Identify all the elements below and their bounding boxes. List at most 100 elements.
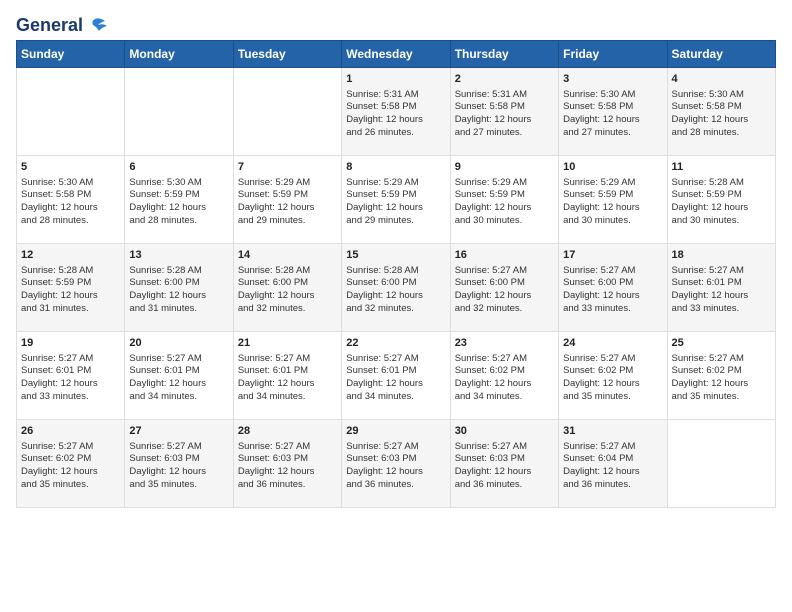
day-content: Sunrise: 5:27 AM Sunset: 6:01 PM Dayligh…: [129, 353, 228, 404]
calendar-cell: 15 Sunrise: 5:28 AM Sunset: 6:00 PM Dayli…: [342, 243, 450, 331]
calendar-cell: 21 Sunrise: 5:27 AM Sunset: 6:01 PM Dayli…: [233, 331, 341, 419]
calendar-cell: 30 Sunrise: 5:27 AM Sunset: 6:03 PM Dayli…: [450, 419, 558, 507]
day-content: Sunrise: 5:27 AM Sunset: 6:03 PM Dayligh…: [346, 441, 445, 492]
calendar-cell: 24 Sunrise: 5:27 AM Sunset: 6:02 PM Dayli…: [559, 331, 667, 419]
calendar-header-row: SundayMondayTuesdayWednesdayThursdayFrid…: [17, 40, 776, 67]
day-content: Sunrise: 5:27 AM Sunset: 6:02 PM Dayligh…: [672, 353, 771, 404]
calendar-cell: 25 Sunrise: 5:27 AM Sunset: 6:02 PM Dayli…: [667, 331, 775, 419]
day-content: Sunrise: 5:31 AM Sunset: 5:58 PM Dayligh…: [346, 89, 445, 140]
day-number: 21: [238, 336, 337, 351]
column-header-thursday: Thursday: [450, 40, 558, 67]
calendar-cell: 23 Sunrise: 5:27 AM Sunset: 6:02 PM Dayli…: [450, 331, 558, 419]
calendar-cell: 12Sunrise: 5:28 AM Sunset: 5:59 PM Dayli…: [17, 243, 125, 331]
day-number: 18: [672, 248, 771, 263]
day-content: Sunrise: 5:29 AM Sunset: 5:59 PM Dayligh…: [238, 177, 337, 228]
day-content: Sunrise: 5:27 AM Sunset: 6:02 PM Dayligh…: [455, 353, 554, 404]
day-content: Sunrise: 5:27 AM Sunset: 6:00 PM Dayligh…: [455, 265, 554, 316]
day-content: Sunrise: 5:28 AM Sunset: 6:00 PM Dayligh…: [129, 265, 228, 316]
day-number: 19: [21, 336, 120, 351]
calendar-cell: 26 Sunrise: 5:27 AM Sunset: 6:02 PM Dayli…: [17, 419, 125, 507]
day-number: 1: [346, 72, 445, 87]
calendar-cell: 1 Sunrise: 5:31 AM Sunset: 5:58 PM Daylig…: [342, 67, 450, 155]
calendar-cell: 4 Sunrise: 5:30 AM Sunset: 5:58 PM Daylig…: [667, 67, 775, 155]
calendar-cell: [17, 67, 125, 155]
calendar-cell: 27 Sunrise: 5:27 AM Sunset: 6:03 PM Dayli…: [125, 419, 233, 507]
calendar-table: SundayMondayTuesdayWednesdayThursdayFrid…: [16, 40, 776, 508]
day-number: 13: [129, 248, 228, 263]
calendar-cell: 29Sunrise: 5:27 AM Sunset: 6:03 PM Dayli…: [342, 419, 450, 507]
calendar-cell: 7 Sunrise: 5:29 AM Sunset: 5:59 PM Daylig…: [233, 155, 341, 243]
calendar-cell: 20 Sunrise: 5:27 AM Sunset: 6:01 PM Dayli…: [125, 331, 233, 419]
day-number: 9: [455, 160, 554, 175]
calendar-cell: 14Sunrise: 5:28 AM Sunset: 6:00 PM Dayli…: [233, 243, 341, 331]
calendar-cell: 31 Sunrise: 5:27 AM Sunset: 6:04 PM Dayli…: [559, 419, 667, 507]
day-number: 12: [21, 248, 120, 263]
day-content: Sunrise: 5:27 AM Sunset: 6:03 PM Dayligh…: [238, 441, 337, 492]
day-content: Sunrise: 5:29 AM Sunset: 5:59 PM Dayligh…: [455, 177, 554, 228]
day-content: Sunrise: 5:30 AM Sunset: 5:58 PM Dayligh…: [21, 177, 120, 228]
calendar-cell: 9 Sunrise: 5:29 AM Sunset: 5:59 PM Daylig…: [450, 155, 558, 243]
day-number: 3: [563, 72, 662, 87]
column-header-sunday: Sunday: [17, 40, 125, 67]
day-content: Sunrise: 5:27 AM Sunset: 6:02 PM Dayligh…: [21, 441, 120, 492]
logo-text: General: [16, 16, 107, 36]
calendar-cell: 28 Sunrise: 5:27 AM Sunset: 6:03 PM Dayli…: [233, 419, 341, 507]
calendar-week-row: 12Sunrise: 5:28 AM Sunset: 5:59 PM Dayli…: [17, 243, 776, 331]
day-number: 15: [346, 248, 445, 263]
day-content: Sunrise: 5:27 AM Sunset: 6:01 PM Dayligh…: [238, 353, 337, 404]
day-number: 4: [672, 72, 771, 87]
column-header-monday: Monday: [125, 40, 233, 67]
calendar-cell: [667, 419, 775, 507]
calendar-week-row: 5 Sunrise: 5:30 AM Sunset: 5:58 PM Daylig…: [17, 155, 776, 243]
day-content: Sunrise: 5:27 AM Sunset: 6:03 PM Dayligh…: [455, 441, 554, 492]
day-content: Sunrise: 5:27 AM Sunset: 6:02 PM Dayligh…: [563, 353, 662, 404]
calendar-cell: 13 Sunrise: 5:28 AM Sunset: 6:00 PM Dayli…: [125, 243, 233, 331]
day-number: 24: [563, 336, 662, 351]
calendar-cell: 17 Sunrise: 5:27 AM Sunset: 6:00 PM Dayli…: [559, 243, 667, 331]
logo-bird-icon: [85, 17, 107, 35]
page-header: General: [16, 16, 776, 32]
calendar-week-row: 19 Sunrise: 5:27 AM Sunset: 6:01 PM Dayli…: [17, 331, 776, 419]
calendar-cell: [233, 67, 341, 155]
day-number: 30: [455, 424, 554, 439]
column-header-wednesday: Wednesday: [342, 40, 450, 67]
column-header-tuesday: Tuesday: [233, 40, 341, 67]
day-number: 2: [455, 72, 554, 87]
calendar-cell: 10Sunrise: 5:29 AM Sunset: 5:59 PM Dayli…: [559, 155, 667, 243]
day-content: Sunrise: 5:27 AM Sunset: 6:01 PM Dayligh…: [672, 265, 771, 316]
calendar-cell: 19Sunrise: 5:27 AM Sunset: 6:01 PM Dayli…: [17, 331, 125, 419]
day-content: Sunrise: 5:29 AM Sunset: 5:59 PM Dayligh…: [346, 177, 445, 228]
day-content: Sunrise: 5:27 AM Sunset: 6:03 PM Dayligh…: [129, 441, 228, 492]
day-number: 5: [21, 160, 120, 175]
day-number: 20: [129, 336, 228, 351]
calendar-cell: 5 Sunrise: 5:30 AM Sunset: 5:58 PM Daylig…: [17, 155, 125, 243]
day-number: 6: [129, 160, 228, 175]
day-number: 22: [346, 336, 445, 351]
calendar-cell: 2Sunrise: 5:31 AM Sunset: 5:58 PM Daylig…: [450, 67, 558, 155]
calendar-cell: 6 Sunrise: 5:30 AM Sunset: 5:59 PM Daylig…: [125, 155, 233, 243]
day-number: 27: [129, 424, 228, 439]
day-content: Sunrise: 5:27 AM Sunset: 6:04 PM Dayligh…: [563, 441, 662, 492]
column-header-saturday: Saturday: [667, 40, 775, 67]
day-number: 23: [455, 336, 554, 351]
day-content: Sunrise: 5:27 AM Sunset: 6:00 PM Dayligh…: [563, 265, 662, 316]
day-number: 28: [238, 424, 337, 439]
day-content: Sunrise: 5:27 AM Sunset: 6:01 PM Dayligh…: [346, 353, 445, 404]
calendar-cell: 11Sunrise: 5:28 AM Sunset: 5:59 PM Dayli…: [667, 155, 775, 243]
day-number: 25: [672, 336, 771, 351]
day-content: Sunrise: 5:28 AM Sunset: 6:00 PM Dayligh…: [238, 265, 337, 316]
day-content: Sunrise: 5:30 AM Sunset: 5:58 PM Dayligh…: [563, 89, 662, 140]
day-number: 8: [346, 160, 445, 175]
day-content: Sunrise: 5:28 AM Sunset: 5:59 PM Dayligh…: [672, 177, 771, 228]
day-content: Sunrise: 5:30 AM Sunset: 5:58 PM Dayligh…: [672, 89, 771, 140]
day-number: 17: [563, 248, 662, 263]
calendar-cell: 16Sunrise: 5:27 AM Sunset: 6:00 PM Dayli…: [450, 243, 558, 331]
calendar-week-row: 1 Sunrise: 5:31 AM Sunset: 5:58 PM Daylig…: [17, 67, 776, 155]
day-number: 26: [21, 424, 120, 439]
calendar-cell: 8 Sunrise: 5:29 AM Sunset: 5:59 PM Daylig…: [342, 155, 450, 243]
day-content: Sunrise: 5:28 AM Sunset: 6:00 PM Dayligh…: [346, 265, 445, 316]
day-number: 7: [238, 160, 337, 175]
calendar-cell: [125, 67, 233, 155]
day-content: Sunrise: 5:30 AM Sunset: 5:59 PM Dayligh…: [129, 177, 228, 228]
day-number: 31: [563, 424, 662, 439]
